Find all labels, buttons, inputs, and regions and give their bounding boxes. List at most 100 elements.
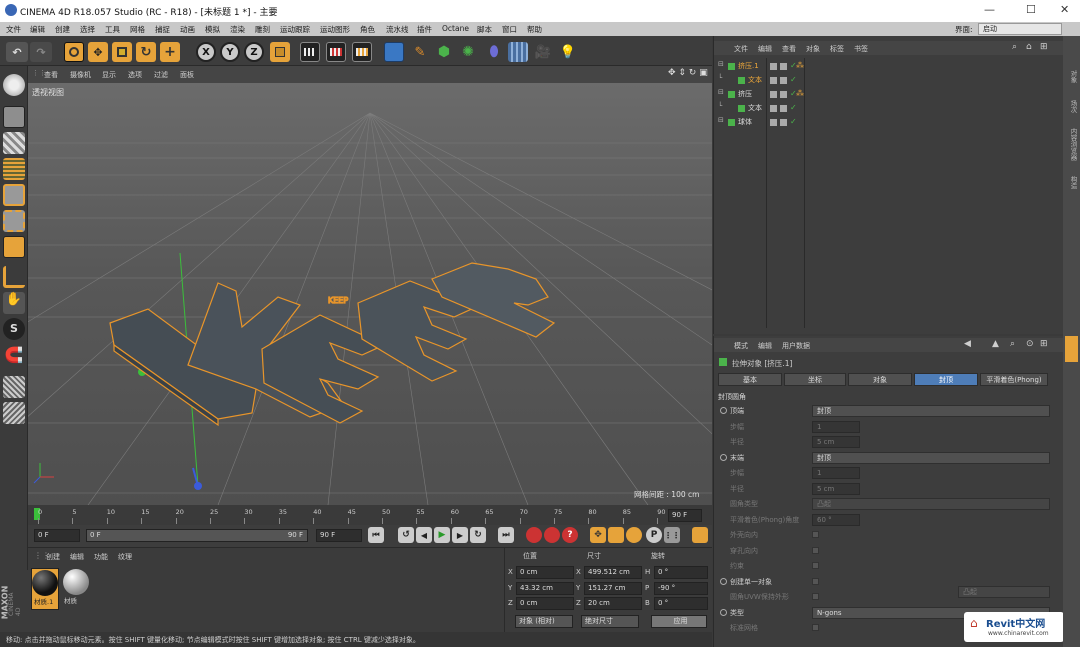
object-name[interactable]: 文本 <box>748 102 762 114</box>
next-key-icon[interactable]: ↻ <box>470 527 486 543</box>
apply-button[interactable]: 应用 <box>651 615 707 628</box>
menu-character[interactable]: 角色 <box>360 24 375 35</box>
attr-row-checkbox[interactable] <box>812 562 819 569</box>
visibility-render-dot[interactable] <box>780 119 787 126</box>
snap-icon[interactable]: S <box>3 318 25 340</box>
attr-row-number-field[interactable]: 5 cm <box>812 436 860 448</box>
menu-render[interactable]: 渲染 <box>230 24 245 35</box>
visibility-editor-dot[interactable] <box>770 91 777 98</box>
attr-row-checkbox[interactable] <box>812 593 819 600</box>
keyframe-selection-icon[interactable]: ? <box>562 527 578 543</box>
menu-window[interactable]: 窗口 <box>502 24 517 35</box>
coord-size-field[interactable]: 151.27 cm <box>584 581 642 595</box>
x-axis-lock-button[interactable]: X <box>196 42 216 62</box>
viewport-menu-camera[interactable]: 摄像机 <box>70 70 91 80</box>
menu-sculpt[interactable]: 雕刻 <box>255 24 270 35</box>
light-icon[interactable]: 💡 <box>558 42 578 62</box>
key-rotation-icon[interactable] <box>626 527 642 543</box>
enabled-check-icon[interactable]: ✓ <box>790 75 797 84</box>
side-tab-objects[interactable]: 对象 <box>1065 70 1078 96</box>
current-frame-field[interactable]: 0 F <box>34 529 80 542</box>
menu-script[interactable]: 脚本 <box>477 24 492 35</box>
attr-tab[interactable]: 平滑着色(Phong) <box>980 373 1048 386</box>
autokey-icon[interactable] <box>544 527 560 543</box>
render-view-icon[interactable] <box>300 42 320 62</box>
model-mode-icon[interactable] <box>3 106 25 128</box>
render-settings-icon[interactable] <box>352 42 372 62</box>
material-menu-edit[interactable]: 编辑 <box>70 552 84 562</box>
coord-size-mode-select[interactable]: 绝对尺寸 <box>581 615 639 628</box>
attr-menu-userdata[interactable]: 用户数据 <box>782 341 810 351</box>
attr-aux-dropdown[interactable]: 凸起 <box>958 586 1050 598</box>
attr-row-number-field[interactable]: 60 ° <box>812 513 860 526</box>
move-tool-icon[interactable]: ✥ <box>88 42 108 62</box>
menu-motion-tracking[interactable]: 运动跟踪 <box>280 24 310 35</box>
go-to-end-icon[interactable]: ⏭ <box>498 527 514 543</box>
menu-pipeline[interactable]: 流水线 <box>386 24 409 35</box>
visibility-editor-dot[interactable] <box>770 63 777 70</box>
layout-select[interactable]: 启动 <box>978 23 1062 35</box>
z-axis-handle[interactable] <box>194 482 202 490</box>
attr-row-radio-icon[interactable] <box>720 407 727 414</box>
attr-row-number-field[interactable]: 1 <box>812 467 860 479</box>
om-menu-view[interactable]: 查看 <box>782 44 796 54</box>
coordinate-system-icon[interactable] <box>270 42 290 62</box>
viewport-3d[interactable]: 透视视图 KEEP 网格间距 : 100 cm <box>28 83 712 505</box>
material-menu-texture[interactable]: 纹理 <box>118 552 132 562</box>
om-menu-edit[interactable]: 编辑 <box>758 44 772 54</box>
floor-scene-icon[interactable] <box>508 42 528 62</box>
material-menu-create[interactable]: 创建 <box>46 552 60 562</box>
menu-animate[interactable]: 动画 <box>180 24 195 35</box>
polygons-mode-icon[interactable] <box>3 236 25 258</box>
attr-back-icon[interactable]: ◀ <box>964 339 971 349</box>
material-item-1[interactable]: 材质.1 <box>31 568 59 610</box>
attr-row-dropdown[interactable]: 封顶 <box>812 405 1050 417</box>
scale-tool-icon[interactable] <box>112 42 132 62</box>
text-3d-keep[interactable]: KEEP <box>109 262 556 427</box>
attr-tab[interactable]: 封顶 <box>914 373 978 386</box>
menu-edit[interactable]: 编辑 <box>30 24 45 35</box>
menu-plugins[interactable]: 插件 <box>417 24 432 35</box>
live-select-icon[interactable] <box>64 42 84 62</box>
tree-toggle-icon[interactable]: ⊟ <box>718 60 724 68</box>
array-generator-icon[interactable]: ✺ <box>458 42 478 62</box>
attr-up-icon[interactable]: ▲ <box>992 339 999 349</box>
undo-icon[interactable]: ↶ <box>6 42 28 62</box>
om-home-icon[interactable]: ⌂ <box>1026 42 1032 52</box>
enabled-check-icon[interactable]: ✓ <box>790 117 797 126</box>
viewport-menu-filter[interactable]: 过滤 <box>154 70 168 80</box>
enabled-check-icon[interactable]: ✓ <box>790 103 797 112</box>
magnet-icon[interactable]: 🧲 <box>3 346 25 368</box>
subdivision-surface-icon[interactable]: ⬢ <box>434 42 454 62</box>
make-editable-icon[interactable] <box>3 74 25 96</box>
solo-mode-icon[interactable] <box>3 376 25 398</box>
key-position-icon[interactable]: ✥ <box>590 527 606 543</box>
coord-rotation-field[interactable]: 0 ° <box>654 597 708 610</box>
attr-row-checkbox[interactable] <box>812 624 819 631</box>
attr-tab[interactable]: 对象 <box>848 373 912 386</box>
viewport-menu-view[interactable]: 查看 <box>44 70 58 80</box>
phong-tag-icon[interactable]: ⁂ <box>796 89 804 98</box>
max-frame-field[interactable]: 90 F <box>316 529 362 542</box>
visibility-render-dot[interactable] <box>780 77 787 84</box>
maximize-icon[interactable]: ☐ <box>1026 3 1036 16</box>
step-back-icon[interactable]: ◀ <box>416 527 432 543</box>
attr-tab[interactable]: 基本 <box>718 373 782 386</box>
axis-mode-icon[interactable] <box>3 266 25 288</box>
workplane-icon[interactable] <box>3 158 25 180</box>
viewport-menu-panel[interactable]: 面板 <box>180 70 194 80</box>
menu-simulate[interactable]: 模拟 <box>205 24 220 35</box>
attr-row-checkbox[interactable] <box>812 577 819 585</box>
deformer-icon[interactable]: ⬮ <box>484 42 504 62</box>
tree-toggle-icon[interactable]: └ <box>718 74 722 82</box>
key-scale-icon[interactable] <box>608 527 624 543</box>
attr-tab[interactable]: 坐标 <box>784 373 846 386</box>
object-name[interactable]: 挤压 <box>738 88 752 100</box>
object-name[interactable]: 文本 <box>748 74 762 86</box>
pen-spline-icon[interactable]: ✎ <box>410 42 430 62</box>
viewport-nav-icon[interactable]: ✥ ⇕ ↻ ▣ <box>668 68 708 78</box>
z-axis-lock-button[interactable]: Z <box>244 42 264 62</box>
menu-create[interactable]: 创建 <box>55 24 70 35</box>
attr-row-checkbox[interactable] <box>812 531 819 538</box>
render-picture-viewer-icon[interactable] <box>326 42 346 62</box>
